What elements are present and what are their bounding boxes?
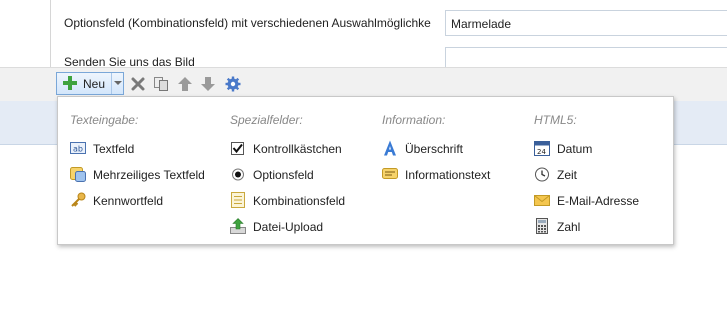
- svg-text:24: 24: [537, 148, 546, 156]
- calendar-icon: 24: [534, 141, 550, 156]
- group-title: Spezialfelder:: [230, 113, 303, 127]
- upload-icon: [230, 218, 246, 234]
- combobox-value-field[interactable]: Marmelade: [445, 10, 727, 36]
- key-icon: [71, 192, 86, 207]
- clock-icon: [535, 167, 549, 182]
- radio-icon: [232, 168, 244, 181]
- checkbox-icon: [231, 142, 244, 155]
- multiline-textbox-icon: [70, 167, 86, 182]
- field-label-combobox: Optionsfeld (Kombinationsfeld) mit versc…: [64, 16, 431, 30]
- combobox-icon: [231, 192, 245, 208]
- left-rail: [0, 0, 51, 67]
- settings-icon[interactable]: [225, 76, 241, 92]
- copy-icon[interactable]: [153, 76, 169, 92]
- dropdown-caret-icon[interactable]: [114, 81, 122, 85]
- calculator-icon: [536, 218, 548, 234]
- form-area: Optionsfeld (Kombinationsfeld) mit versc…: [0, 0, 727, 67]
- svg-text:ab: ab: [73, 145, 83, 154]
- textbox-icon: ab: [70, 142, 86, 154]
- heading-icon: [384, 140, 396, 156]
- new-button-label: Neu: [83, 77, 106, 91]
- move-up-icon[interactable]: [177, 76, 193, 92]
- add-icon: [63, 76, 77, 90]
- new-button[interactable]: Neu: [56, 72, 124, 95]
- move-down-icon[interactable]: [200, 76, 216, 92]
- info-text-icon: [382, 168, 398, 179]
- field-label-upload: Senden Sie uns das Bild: [64, 55, 195, 67]
- delete-icon[interactable]: [130, 76, 146, 92]
- group-title: Texteingabe:: [70, 113, 139, 127]
- envelope-icon: [534, 195, 550, 206]
- new-field-dropdown-menu: Texteingabe: ab Textfeld Mehrzeiliges Te…: [57, 96, 674, 245]
- combobox-value: Marmelade: [451, 17, 512, 31]
- upload-value-field[interactable]: [445, 47, 727, 67]
- group-title: HTML5:: [534, 113, 577, 127]
- group-title: Information:: [382, 113, 446, 127]
